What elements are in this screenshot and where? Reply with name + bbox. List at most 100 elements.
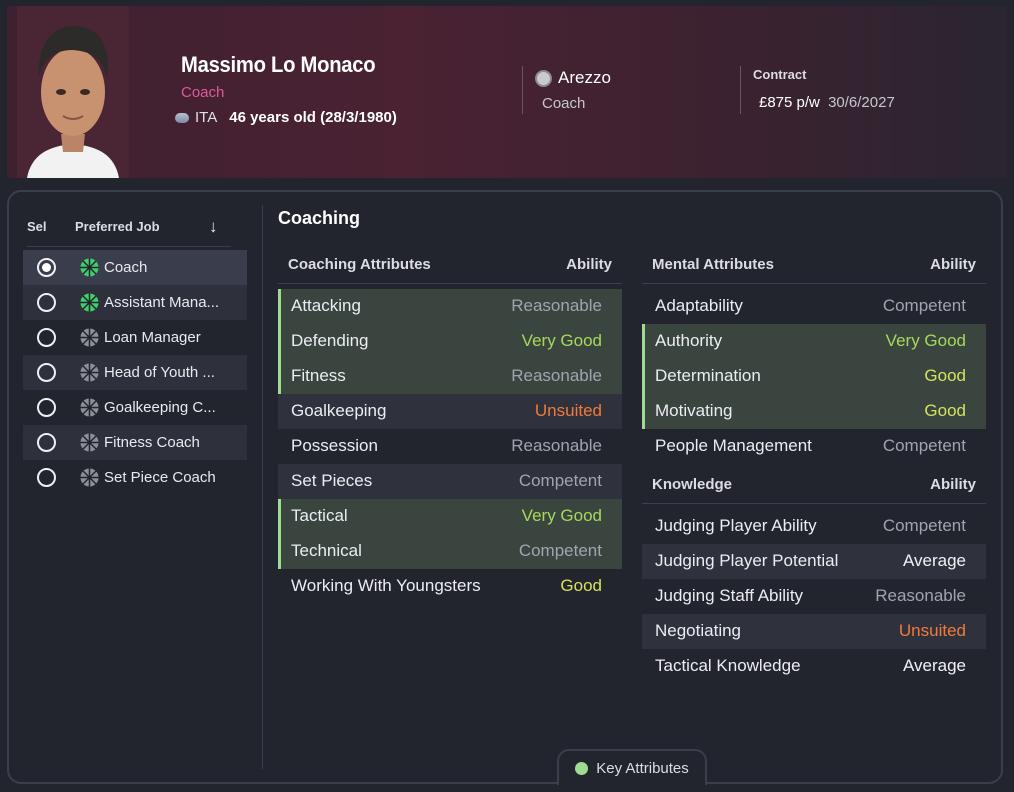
attribute-name: Goalkeeping (291, 401, 387, 420)
attribute-ability: Good (924, 366, 966, 385)
contract-values: £875 p/w 30/6/2027 (759, 94, 895, 111)
attribute-name: Defending (291, 331, 369, 350)
attribute-name: Tactical (291, 506, 348, 525)
role-suitability-icon (80, 398, 99, 417)
job-radio-button[interactable] (37, 398, 56, 417)
club-badge-icon (535, 69, 552, 87)
staff-portrait (17, 6, 129, 178)
club-name[interactable]: Arezzo (558, 68, 611, 88)
preferred-job-column-header[interactable]: Preferred Job (75, 219, 160, 234)
attribute-row[interactable]: Goalkeeping Unsuited (278, 394, 622, 429)
mental-attributes-table: Mental Attributes Ability Adaptability Co… (642, 248, 986, 464)
job-radio-button[interactable] (37, 328, 56, 347)
job-radio-button[interactable] (37, 293, 56, 312)
attribute-ability: Very Good (885, 331, 966, 350)
attribute-name: Authority (655, 331, 723, 350)
role-suitability-icon (80, 468, 99, 487)
job-label: Goalkeeping C... (104, 399, 216, 416)
attribute-name: Judging Player Ability (655, 516, 817, 535)
attribute-name: Motivating (655, 401, 733, 420)
job-list: Coach Assistant Mana... Loan Manager Head o… (23, 250, 247, 495)
flag-icon (175, 112, 189, 123)
coaching-attributes-header: Coaching Attributes Ability (278, 248, 622, 284)
club-line[interactable]: Arezzo (535, 68, 611, 88)
attribute-row[interactable]: Working With Youngsters Good (278, 569, 622, 604)
job-row[interactable]: Set Piece Coach (23, 460, 247, 495)
job-label: Loan Manager (104, 329, 201, 346)
attribute-row[interactable]: Authority Very Good (642, 324, 986, 359)
attribute-row[interactable]: Defending Very Good (278, 324, 622, 359)
attribute-row[interactable]: Technical Competent (278, 534, 622, 569)
role-suitability-icon (80, 433, 99, 452)
role-suitability-icon (80, 258, 99, 277)
sel-column-header[interactable]: Sel (27, 219, 47, 234)
job-row[interactable]: Fitness Coach (23, 425, 247, 460)
attribute-row[interactable]: Judging Player Potential Average (642, 544, 986, 579)
job-radio-button[interactable] (37, 363, 56, 382)
attribute-name: Technical (291, 541, 362, 560)
sidebar-divider (262, 205, 263, 769)
attribute-ability: Competent (882, 516, 966, 535)
job-radio-button[interactable] (37, 468, 56, 487)
mental-attributes-header: Mental Attributes Ability (642, 248, 986, 284)
attribute-ability: Competent (882, 436, 966, 455)
attribute-name: Attacking (291, 296, 361, 315)
job-label: Head of Youth ... (104, 364, 215, 381)
attribute-row[interactable]: Fitness Reasonable (278, 359, 622, 394)
attribute-row[interactable]: Tactical Knowledge Average (642, 649, 986, 684)
attribute-name: Judging Player Potential (655, 551, 839, 570)
job-label: Assistant Mana... (104, 294, 220, 311)
staff-role[interactable]: Coach (181, 84, 224, 101)
job-label: Set Piece Coach (104, 469, 216, 486)
staff-name: Massimo Lo Monaco (181, 52, 376, 77)
attribute-row[interactable]: Attacking Reasonable (278, 289, 622, 324)
knowledge-table: Knowledge Ability Judging Player Ability… (642, 468, 986, 684)
attribute-row[interactable]: Judging Player Ability Competent (642, 509, 986, 544)
attribute-ability: Very Good (521, 331, 602, 350)
knowledge-rows: Judging Player Ability Competent Judging P… (642, 509, 986, 684)
attribute-row[interactable]: Judging Staff Ability Reasonable (642, 579, 986, 614)
staff-header: Massimo Lo Monaco Coach ITA 46 years old… (7, 6, 1007, 178)
job-row[interactable]: Head of Youth ... (23, 355, 247, 390)
ability-column-header: Ability (566, 256, 612, 273)
attribute-ability: Good (924, 401, 966, 420)
sort-arrow-down-icon[interactable]: ↓ (209, 217, 218, 237)
attribute-ability: Average (902, 656, 966, 675)
attribute-row[interactable]: Determination Good (642, 359, 986, 394)
job-radio-button[interactable] (37, 258, 56, 277)
attribute-row[interactable]: Motivating Good (642, 394, 986, 429)
attribute-ability: Unsuited (534, 401, 602, 420)
nationality-code[interactable]: ITA (195, 109, 217, 126)
attribute-name: Negotiating (655, 621, 742, 640)
attribute-row[interactable]: Negotiating Unsuited (642, 614, 986, 649)
attribute-row[interactable]: Set Pieces Competent (278, 464, 622, 499)
attribute-ability: Reasonable (511, 436, 602, 455)
role-suitability-icon (80, 363, 99, 382)
jobs-header: Sel Preferred Job ↓ (27, 217, 231, 247)
attribute-name: Tactical Knowledge (655, 656, 801, 675)
attribute-row[interactable]: Possession Reasonable (278, 429, 622, 464)
contract-label: Contract (753, 67, 807, 82)
key-attributes-toggle[interactable]: Key Attributes (557, 749, 707, 785)
attribute-ability: Average (902, 551, 966, 570)
job-row[interactable]: Loan Manager (23, 320, 247, 355)
mental-attributes-title: Mental Attributes (652, 256, 774, 273)
attribute-name: Adaptability (655, 296, 743, 315)
attribute-row[interactable]: Tactical Very Good (278, 499, 622, 534)
job-radio-button[interactable] (37, 433, 56, 452)
coaching-attributes-table: Coaching Attributes Ability Attacking Rea… (278, 248, 622, 604)
job-row[interactable]: Goalkeeping C... (23, 390, 247, 425)
attribute-ability: Reasonable (511, 296, 602, 315)
attribute-row[interactable]: People Management Competent (642, 429, 986, 464)
mental-rows: Adaptability Competent Authority Very Good D… (642, 289, 986, 464)
club-role: Coach (542, 95, 586, 112)
coaching-attributes-title: Coaching Attributes (288, 256, 431, 273)
wage: £875 p/w (759, 94, 820, 111)
key-attributes-dot-icon (575, 761, 589, 775)
job-row[interactable]: Assistant Mana... (23, 285, 247, 320)
attribute-row[interactable]: Adaptability Competent (642, 289, 986, 324)
job-row[interactable]: Coach (23, 250, 247, 285)
attribute-ability: Competent (518, 471, 602, 490)
coaching-rows: Attacking Reasonable Defending Very Good Fit… (278, 289, 622, 604)
attribute-ability: Competent (882, 296, 966, 315)
